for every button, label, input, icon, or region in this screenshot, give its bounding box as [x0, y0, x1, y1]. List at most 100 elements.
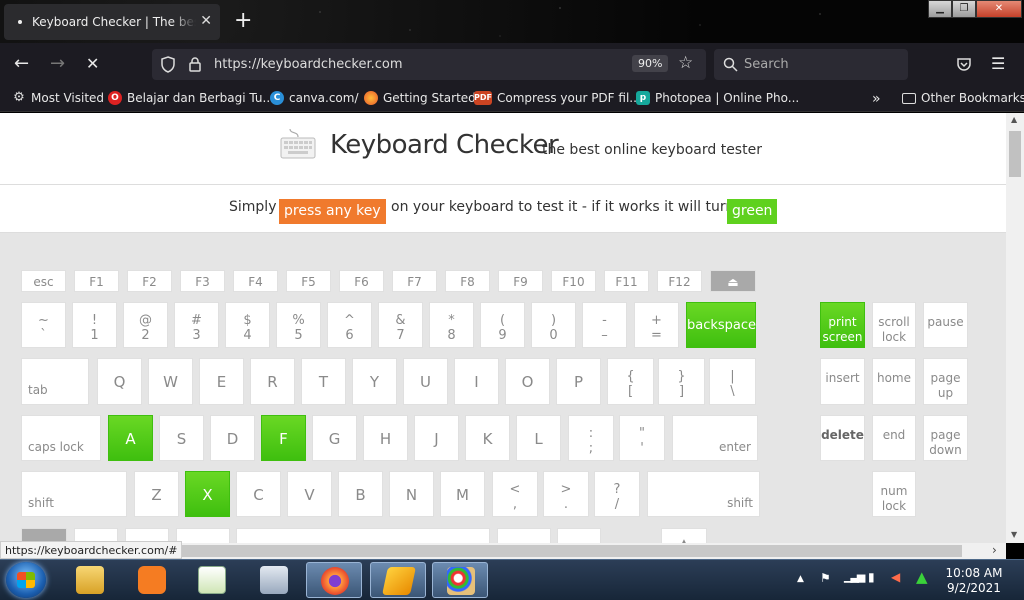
battery-icon[interactable]: ▮ — [868, 570, 875, 584]
key-c[interactable]: C — [236, 471, 281, 517]
key-alt-left[interactable] — [176, 528, 230, 543]
key-print-screen[interactable]: print screen — [820, 302, 865, 348]
search-bar[interactable]: Search — [714, 49, 908, 80]
taskbar-calculator[interactable] — [246, 562, 302, 598]
key-semi-1[interactable]: " ' — [619, 415, 665, 461]
key-home[interactable]: home — [872, 358, 916, 405]
key-punct-1[interactable]: >. — [543, 471, 589, 517]
forward-arrow-icon[interactable]: → — [50, 53, 65, 75]
key-n[interactable]: N — [389, 471, 434, 517]
key-num-7[interactable]: & 7 — [378, 302, 423, 348]
scroll-up-arrow-icon[interactable]: ▲ — [1011, 115, 1017, 124]
key-j[interactable]: J — [414, 415, 459, 461]
system-clock[interactable]: 10:08 AM 9/2/2021 — [942, 566, 1006, 596]
key-enter[interactable]: enter — [672, 415, 758, 461]
key-f7[interactable]: F7 — [392, 270, 437, 292]
bookmarks-overflow-chevron-icon[interactable]: » — [872, 91, 881, 107]
key-delete[interactable]: delete — [820, 415, 865, 461]
taskbar-explorer[interactable] — [62, 562, 118, 598]
key-caps-lock[interactable]: caps lock — [21, 415, 101, 461]
volume-icon[interactable]: ◀ — [891, 570, 900, 584]
key-f8[interactable]: F8 — [445, 270, 490, 292]
pocket-icon[interactable] — [956, 57, 972, 72]
site-title[interactable]: Keyboard Checker — [330, 130, 559, 160]
key-num-1[interactable]: ! 1 — [72, 302, 117, 348]
key-e[interactable]: E — [199, 358, 244, 405]
hscroll-thumb[interactable] — [176, 545, 962, 557]
taskbar-winamp[interactable] — [370, 562, 426, 598]
key-num-10[interactable]: ) 0 — [531, 302, 576, 348]
key-bracket-1[interactable]: }] — [658, 358, 705, 405]
taskbar-notepad[interactable] — [184, 562, 240, 598]
key-num-8[interactable]: * 8 — [429, 302, 474, 348]
bookmark-other-bookmarks[interactable]: Other Bookmarks — [902, 91, 1024, 105]
key-b[interactable]: B — [338, 471, 383, 517]
key-w[interactable]: W — [148, 358, 193, 405]
key-punct-0[interactable]: <, — [492, 471, 538, 517]
key-tab[interactable]: tab — [21, 358, 89, 405]
vertical-scrollbar[interactable]: ▲ ▼ — [1006, 113, 1024, 543]
key-menu[interactable] — [557, 528, 601, 543]
key-eject[interactable]: ⏏ — [710, 270, 756, 292]
key-l[interactable]: L — [516, 415, 561, 461]
key-shift-right[interactable]: shift — [647, 471, 760, 517]
key-f12[interactable]: F12 — [657, 270, 702, 292]
close-window-button[interactable]: ✕ — [976, 0, 1022, 18]
key-a[interactable]: A — [108, 415, 153, 461]
bookmark-belajar[interactable]: O Belajar dan Berbagi Tu... — [108, 91, 274, 105]
tray-green-app-icon[interactable]: ▲ — [916, 568, 928, 586]
key-num-0[interactable]: ~ ` — [21, 302, 66, 348]
hamburger-menu-icon[interactable]: ☰ — [991, 53, 1005, 75]
key-v[interactable]: V — [287, 471, 332, 517]
taskbar-paint[interactable] — [432, 562, 488, 598]
key-r[interactable]: R — [250, 358, 295, 405]
scrollbar-thumb[interactable] — [1009, 131, 1021, 177]
new-tab-button[interactable]: + — [234, 8, 252, 34]
key-f[interactable]: F — [261, 415, 306, 461]
key-bracket-0[interactable]: {[ — [607, 358, 654, 405]
key-y[interactable]: Y — [352, 358, 397, 405]
key-k[interactable]: K — [465, 415, 510, 461]
key-u[interactable]: U — [403, 358, 448, 405]
bookmark-photopea[interactable]: p Photopea | Online Pho... — [636, 91, 799, 105]
url-bar[interactable]: https://keyboardchecker.com 90% ☆ — [152, 49, 706, 80]
stop-loading-icon[interactable]: ✕ — [86, 53, 99, 75]
minimize-button[interactable]: ▁ — [928, 0, 952, 18]
key-backspace[interactable]: backspace — [686, 302, 756, 348]
zoom-level-badge[interactable]: 90% — [632, 55, 669, 72]
key-f3[interactable]: F3 — [180, 270, 225, 292]
key-m[interactable]: M — [440, 471, 485, 517]
key-shift-left[interactable]: shift — [21, 471, 127, 517]
scroll-right-arrow-icon[interactable]: › — [992, 543, 997, 557]
key-esc[interactable]: esc — [21, 270, 66, 292]
start-button[interactable] — [6, 562, 46, 598]
key-num-6[interactable]: ^ 6 — [327, 302, 372, 348]
lock-icon[interactable] — [188, 56, 202, 72]
key-d[interactable]: D — [210, 415, 255, 461]
key-g[interactable]: G — [312, 415, 357, 461]
key-o[interactable]: O — [505, 358, 550, 405]
key-s[interactable]: S — [159, 415, 204, 461]
taskbar-firefox[interactable] — [306, 562, 362, 598]
key-num-lock[interactable]: num lock — [872, 471, 916, 517]
key-num-12[interactable]: + = — [634, 302, 679, 348]
restore-button[interactable]: ❐ — [952, 0, 976, 18]
key-arrow-up[interactable]: ▲ — [661, 528, 707, 543]
key-f1[interactable]: F1 — [74, 270, 119, 292]
key-i[interactable]: I — [454, 358, 499, 405]
key-x[interactable]: X — [185, 471, 230, 517]
key-f4[interactable]: F4 — [233, 270, 278, 292]
key-punct-2[interactable]: ? / — [594, 471, 640, 517]
key-f5[interactable]: F5 — [286, 270, 331, 292]
url-text[interactable]: https://keyboardchecker.com — [214, 57, 403, 72]
key-f11[interactable]: F11 — [604, 270, 649, 292]
key-p[interactable]: P — [556, 358, 601, 405]
key-alt-right[interactable] — [497, 528, 551, 543]
key-num-9[interactable]: (9 — [480, 302, 525, 348]
key-num-3[interactable]: #3 — [174, 302, 219, 348]
shield-icon[interactable] — [160, 56, 176, 73]
key-q[interactable]: Q — [97, 358, 142, 405]
key-scroll-lock[interactable]: scroll lock — [872, 302, 916, 348]
network-signal-icon[interactable]: ▁▃▅ — [844, 570, 865, 583]
key-z[interactable]: Z — [134, 471, 179, 517]
